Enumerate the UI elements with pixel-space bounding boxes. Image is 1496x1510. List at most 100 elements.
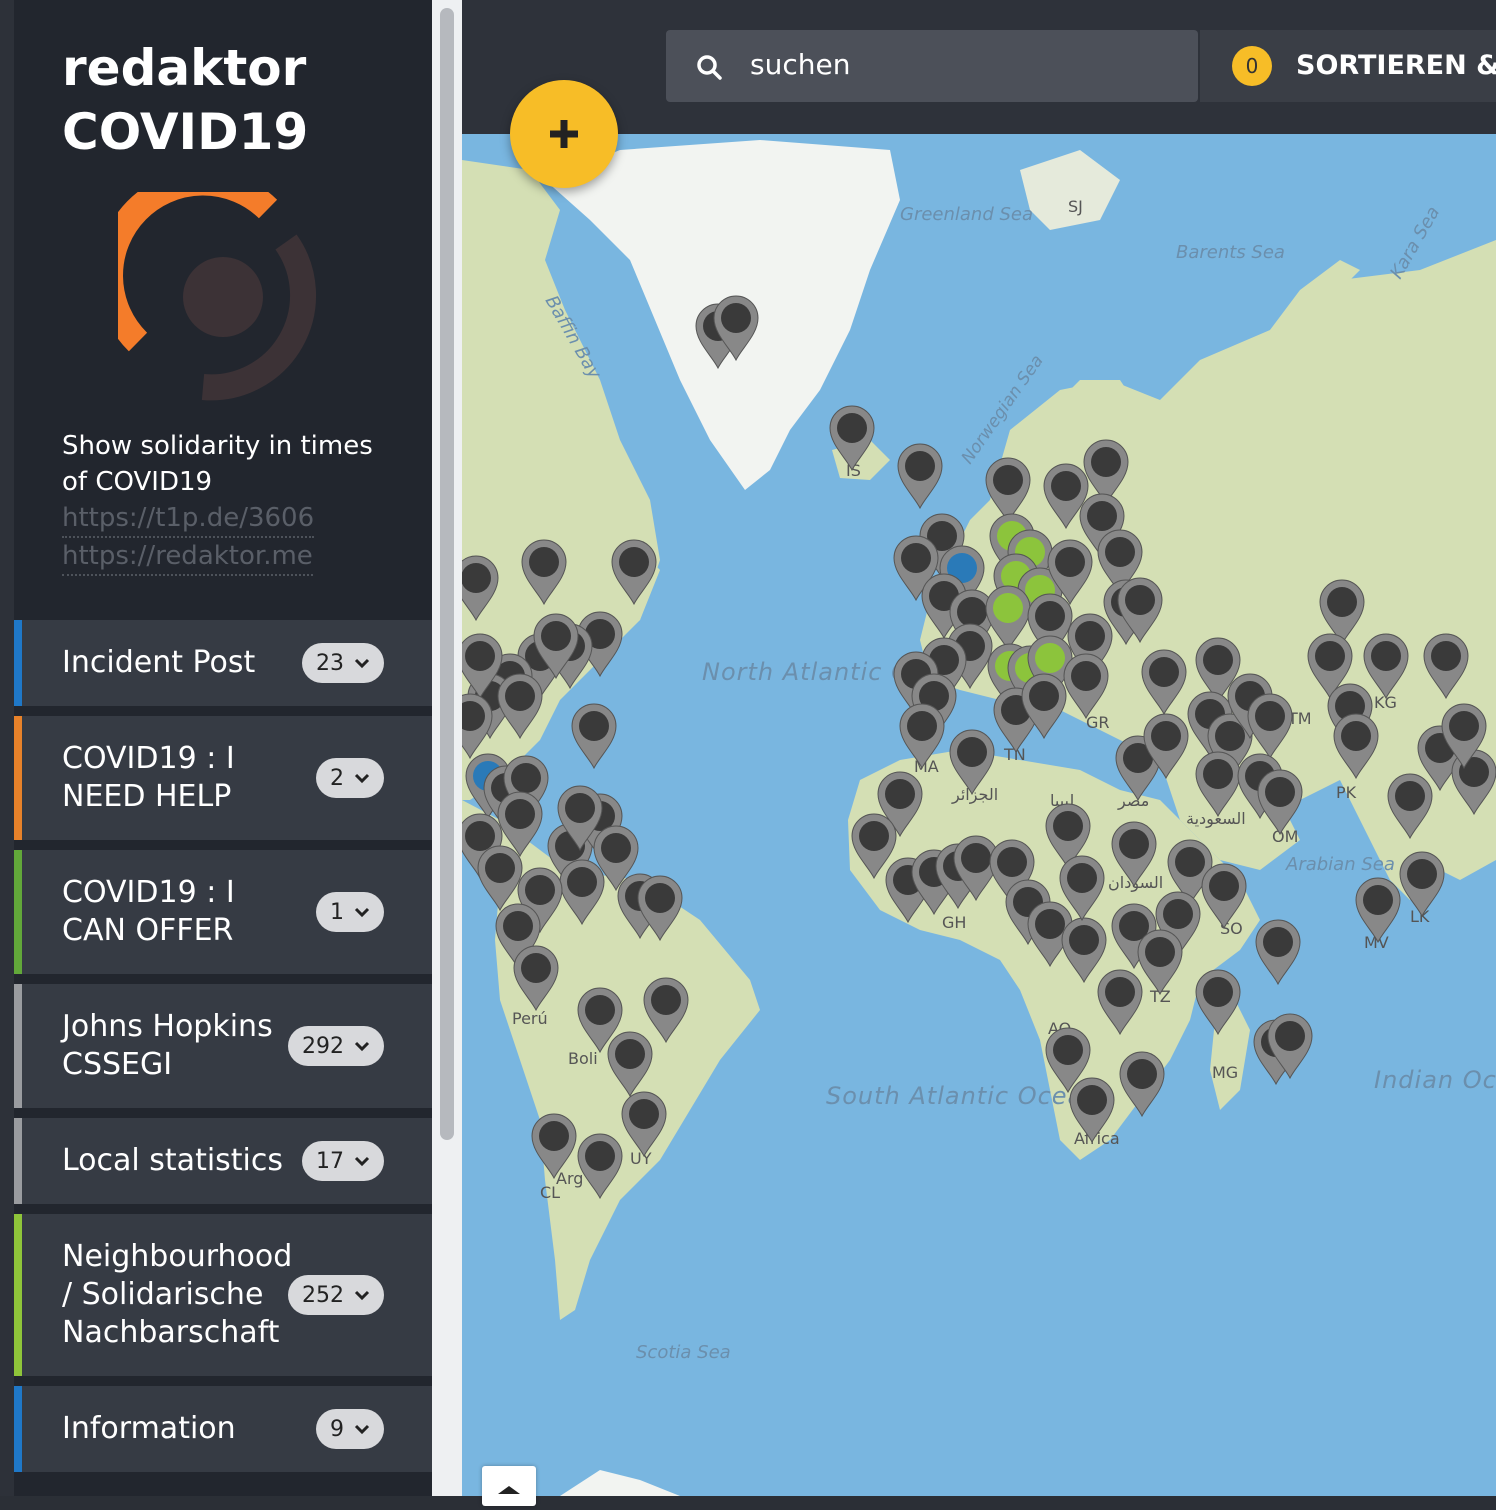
map-marker-dot xyxy=(957,737,987,767)
map-marker-dot xyxy=(503,911,533,941)
map-marker-dot xyxy=(541,621,571,651)
map-marker-dot xyxy=(1053,1035,1083,1065)
description: Show solidarity in times of COVID19 http… xyxy=(62,428,392,576)
redaktor-logo-icon xyxy=(118,192,317,401)
map-marker-dot xyxy=(837,413,867,443)
add-post-button[interactable] xyxy=(510,80,618,188)
map-marker-dot xyxy=(993,593,1023,623)
search-placeholder: suchen xyxy=(750,48,851,81)
map-marker-dot xyxy=(1077,1085,1107,1115)
map-marker-dot xyxy=(1265,777,1295,807)
map-marker-dot xyxy=(859,821,889,851)
category-count-toggle[interactable]: 23 xyxy=(302,643,384,683)
category-count-toggle[interactable]: 9 xyxy=(316,1409,384,1449)
category-count-toggle[interactable]: 1 xyxy=(316,892,384,932)
label-arabian-sea: Arabian Sea xyxy=(1285,854,1395,875)
map-marker-dot xyxy=(1075,621,1105,651)
map-marker-dot xyxy=(1449,711,1479,741)
map-marker-dot xyxy=(1055,547,1085,577)
category-neighbourhood[interactable]: Neighbourhood / Solidarische Nachbarscha… xyxy=(14,1214,432,1376)
label-cl: CL xyxy=(540,1183,560,1202)
map-marker-dot xyxy=(961,843,991,873)
label-barents-sea: Barents Sea xyxy=(1176,242,1285,263)
map-marker-dot xyxy=(1035,909,1065,939)
map-marker-dot xyxy=(1175,847,1205,877)
category-count-toggle[interactable]: 292 xyxy=(288,1026,384,1066)
map-marker-dot xyxy=(1209,871,1239,901)
category-color-bar xyxy=(14,1214,22,1376)
map-marker-dot xyxy=(485,853,515,883)
map-marker-dot xyxy=(957,597,987,627)
category-johns-hopkins[interactable]: Johns Hopkins CSSEGI 292 xyxy=(14,984,432,1108)
map-marker-dot xyxy=(1149,657,1179,687)
chevron-down-icon xyxy=(354,773,370,784)
map-marker-dot xyxy=(1087,501,1117,531)
map-marker-dot xyxy=(619,547,649,577)
map-canvas[interactable]: North Atlantic Ocean South Atlantic Ocea… xyxy=(462,134,1496,1496)
map-marker-dot xyxy=(1069,925,1099,955)
map-marker-dot xyxy=(901,543,931,573)
brand-title[interactable]: redaktor COVID19 xyxy=(62,36,308,164)
map-marker-dot xyxy=(585,995,615,1025)
map-marker-dot xyxy=(629,1099,659,1129)
map-marker-dot xyxy=(1203,759,1233,789)
label-greenland-sea: Greenland Sea xyxy=(900,204,1033,225)
category-count-toggle[interactable]: 252 xyxy=(288,1275,384,1315)
sort-filter-label: SORTIEREN & F xyxy=(1296,50,1496,81)
category-count-toggle[interactable]: 17 xyxy=(302,1141,384,1181)
map-marker-dot xyxy=(1105,977,1135,1007)
category-count: 23 xyxy=(316,650,344,676)
description-text: Show solidarity in times of COVID19 xyxy=(62,431,373,497)
category-count-toggle[interactable]: 2 xyxy=(316,758,384,798)
map-marker-dot xyxy=(1029,681,1059,711)
map-marker-dot xyxy=(1327,587,1357,617)
map-marker-dot xyxy=(1371,641,1401,671)
map-marker-dot xyxy=(1255,701,1285,731)
map-marker-dot xyxy=(1091,447,1121,477)
category-count: 2 xyxy=(330,765,344,791)
label-sj: SJ xyxy=(1068,197,1083,216)
map-marker-dot xyxy=(885,779,915,809)
map-marker-dot xyxy=(567,867,597,897)
map-marker-dot xyxy=(462,563,491,593)
map-marker-dot xyxy=(525,875,555,905)
sort-filter-button[interactable]: 0 SORTIEREN & F xyxy=(1200,30,1496,102)
map-marker-dot xyxy=(1035,643,1065,673)
brand-line-2: COVID19 xyxy=(62,103,309,161)
map-marker-dot xyxy=(1125,585,1155,615)
sidebar-edge xyxy=(0,0,14,1496)
map-marker-dot xyxy=(1395,781,1425,811)
map-marker-dot xyxy=(1105,537,1135,567)
map-marker-dot xyxy=(579,711,609,741)
sidebar-scrollbar-thumb[interactable] xyxy=(440,8,454,1140)
label-peru: Perú xyxy=(512,1009,548,1028)
map-marker-dot xyxy=(1053,811,1083,841)
chevron-down-icon xyxy=(354,1156,370,1167)
map-marker-dot xyxy=(601,833,631,863)
label-indian-ocean: Indian Ocean xyxy=(1374,1066,1496,1094)
search-input[interactable]: suchen xyxy=(666,30,1198,102)
category-can-offer[interactable]: COVID19 : I CAN OFFER 1 xyxy=(14,850,432,974)
map-marker-dot xyxy=(645,883,675,913)
category-color-bar xyxy=(14,620,22,706)
category-label: COVID19 : I CAN OFFER xyxy=(62,875,235,948)
collapse-panel-button[interactable] xyxy=(482,1466,536,1506)
category-need-help[interactable]: COVID19 : I NEED HELP 2 xyxy=(14,716,432,840)
category-count: 252 xyxy=(302,1282,344,1308)
category-local-statistics[interactable]: Local statistics 17 xyxy=(14,1118,432,1204)
category-count: 1 xyxy=(330,899,344,925)
category-incident-post[interactable]: Incident Post 23 xyxy=(14,620,432,706)
map-marker-dot xyxy=(1203,645,1233,675)
category-information[interactable]: Information 9 xyxy=(14,1386,432,1472)
map-marker-dot xyxy=(1341,721,1371,751)
map[interactable]: North Atlantic Ocean South Atlantic Ocea… xyxy=(462,134,1496,1496)
category-count: 9 xyxy=(330,1416,344,1442)
link-t1p[interactable]: https://t1p.de/3606 xyxy=(62,500,315,538)
map-marker-dot xyxy=(1215,721,1245,751)
category-label: COVID19 : I NEED HELP xyxy=(62,741,235,814)
label-pk: PK xyxy=(1336,783,1357,802)
chevron-down-icon xyxy=(354,658,370,669)
category-color-bar xyxy=(14,716,22,840)
link-redaktor[interactable]: https://redaktor.me xyxy=(62,538,313,576)
brand-line-1: redaktor xyxy=(62,39,307,97)
